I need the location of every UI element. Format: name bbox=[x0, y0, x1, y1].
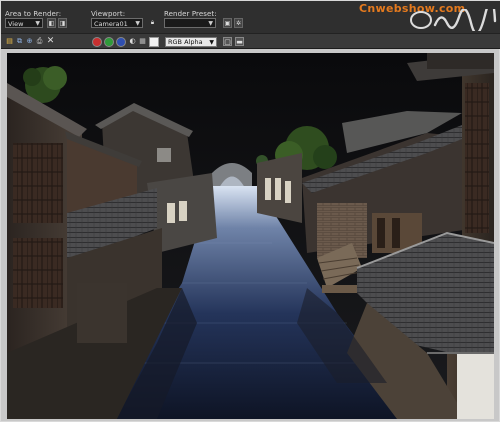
chevron-down-icon: ▼ bbox=[208, 20, 213, 27]
auto-region-icon[interactable]: ◨ bbox=[58, 18, 67, 28]
display-channel-select[interactable]: RGB Alpha ▼ bbox=[165, 37, 217, 47]
chevron-down-icon: ▼ bbox=[209, 39, 214, 46]
close-icon[interactable]: ✕ bbox=[46, 37, 55, 46]
render-setup-icon[interactable]: ▣ bbox=[223, 18, 232, 28]
render-preset-select[interactable]: ▼ bbox=[164, 18, 216, 28]
edit-region-icon[interactable]: ◧ bbox=[47, 18, 56, 28]
viewport-label: Viewport: bbox=[91, 10, 126, 18]
mono-icon[interactable]: ▦ bbox=[138, 37, 147, 46]
blue-channel-icon[interactable] bbox=[116, 37, 126, 47]
toggle-icon[interactable]: ▬ bbox=[235, 37, 244, 46]
color-swatch-icon[interactable] bbox=[149, 37, 159, 47]
chevron-down-icon: ▼ bbox=[35, 20, 40, 27]
save-icon[interactable]: ▤ bbox=[5, 37, 14, 46]
area-to-render-label: Area to Render: bbox=[5, 10, 62, 18]
rendered-canal-scene bbox=[7, 53, 494, 419]
render-frame-window: Area to Render: View ▼ ◧ ◨ Viewport: Cam… bbox=[0, 0, 500, 422]
display-icon[interactable]: ▢ bbox=[223, 37, 232, 46]
render-toolbar: Area to Render: View ▼ ◧ ◨ Viewport: Cam… bbox=[1, 1, 500, 33]
area-to-render-value: View bbox=[8, 20, 24, 28]
render-viewport[interactable] bbox=[7, 53, 494, 419]
lock-icon[interactable]: 🔒︎ bbox=[148, 18, 157, 28]
logo-mark bbox=[410, 9, 497, 31]
green-channel-icon[interactable] bbox=[104, 37, 114, 47]
area-to-render-select[interactable]: View ▼ bbox=[5, 18, 43, 28]
watermark: Cnwebshow.com bbox=[357, 1, 497, 33]
frame-buffer-toolbar: ▤ ⧉ ⊕ ⎙ ✕ ◐ ▦ RGB Alpha ▼ ▢ ▬ bbox=[1, 33, 500, 49]
display-channel-value: RGB Alpha bbox=[168, 38, 203, 46]
viewport-value: Camera01 bbox=[94, 20, 128, 28]
gear-icon[interactable]: ✲ bbox=[234, 18, 243, 28]
chevron-down-icon: ▼ bbox=[135, 20, 140, 27]
clone-icon[interactable]: ⊕ bbox=[25, 37, 34, 46]
render-preset-label: Render Preset: bbox=[164, 10, 217, 18]
alpha-channel-icon[interactable]: ◐ bbox=[128, 37, 137, 46]
copy-icon[interactable]: ⧉ bbox=[15, 37, 24, 46]
red-channel-icon[interactable] bbox=[92, 37, 102, 47]
print-icon[interactable]: ⎙ bbox=[35, 37, 44, 46]
viewport-select[interactable]: Camera01 ▼ bbox=[91, 18, 143, 28]
